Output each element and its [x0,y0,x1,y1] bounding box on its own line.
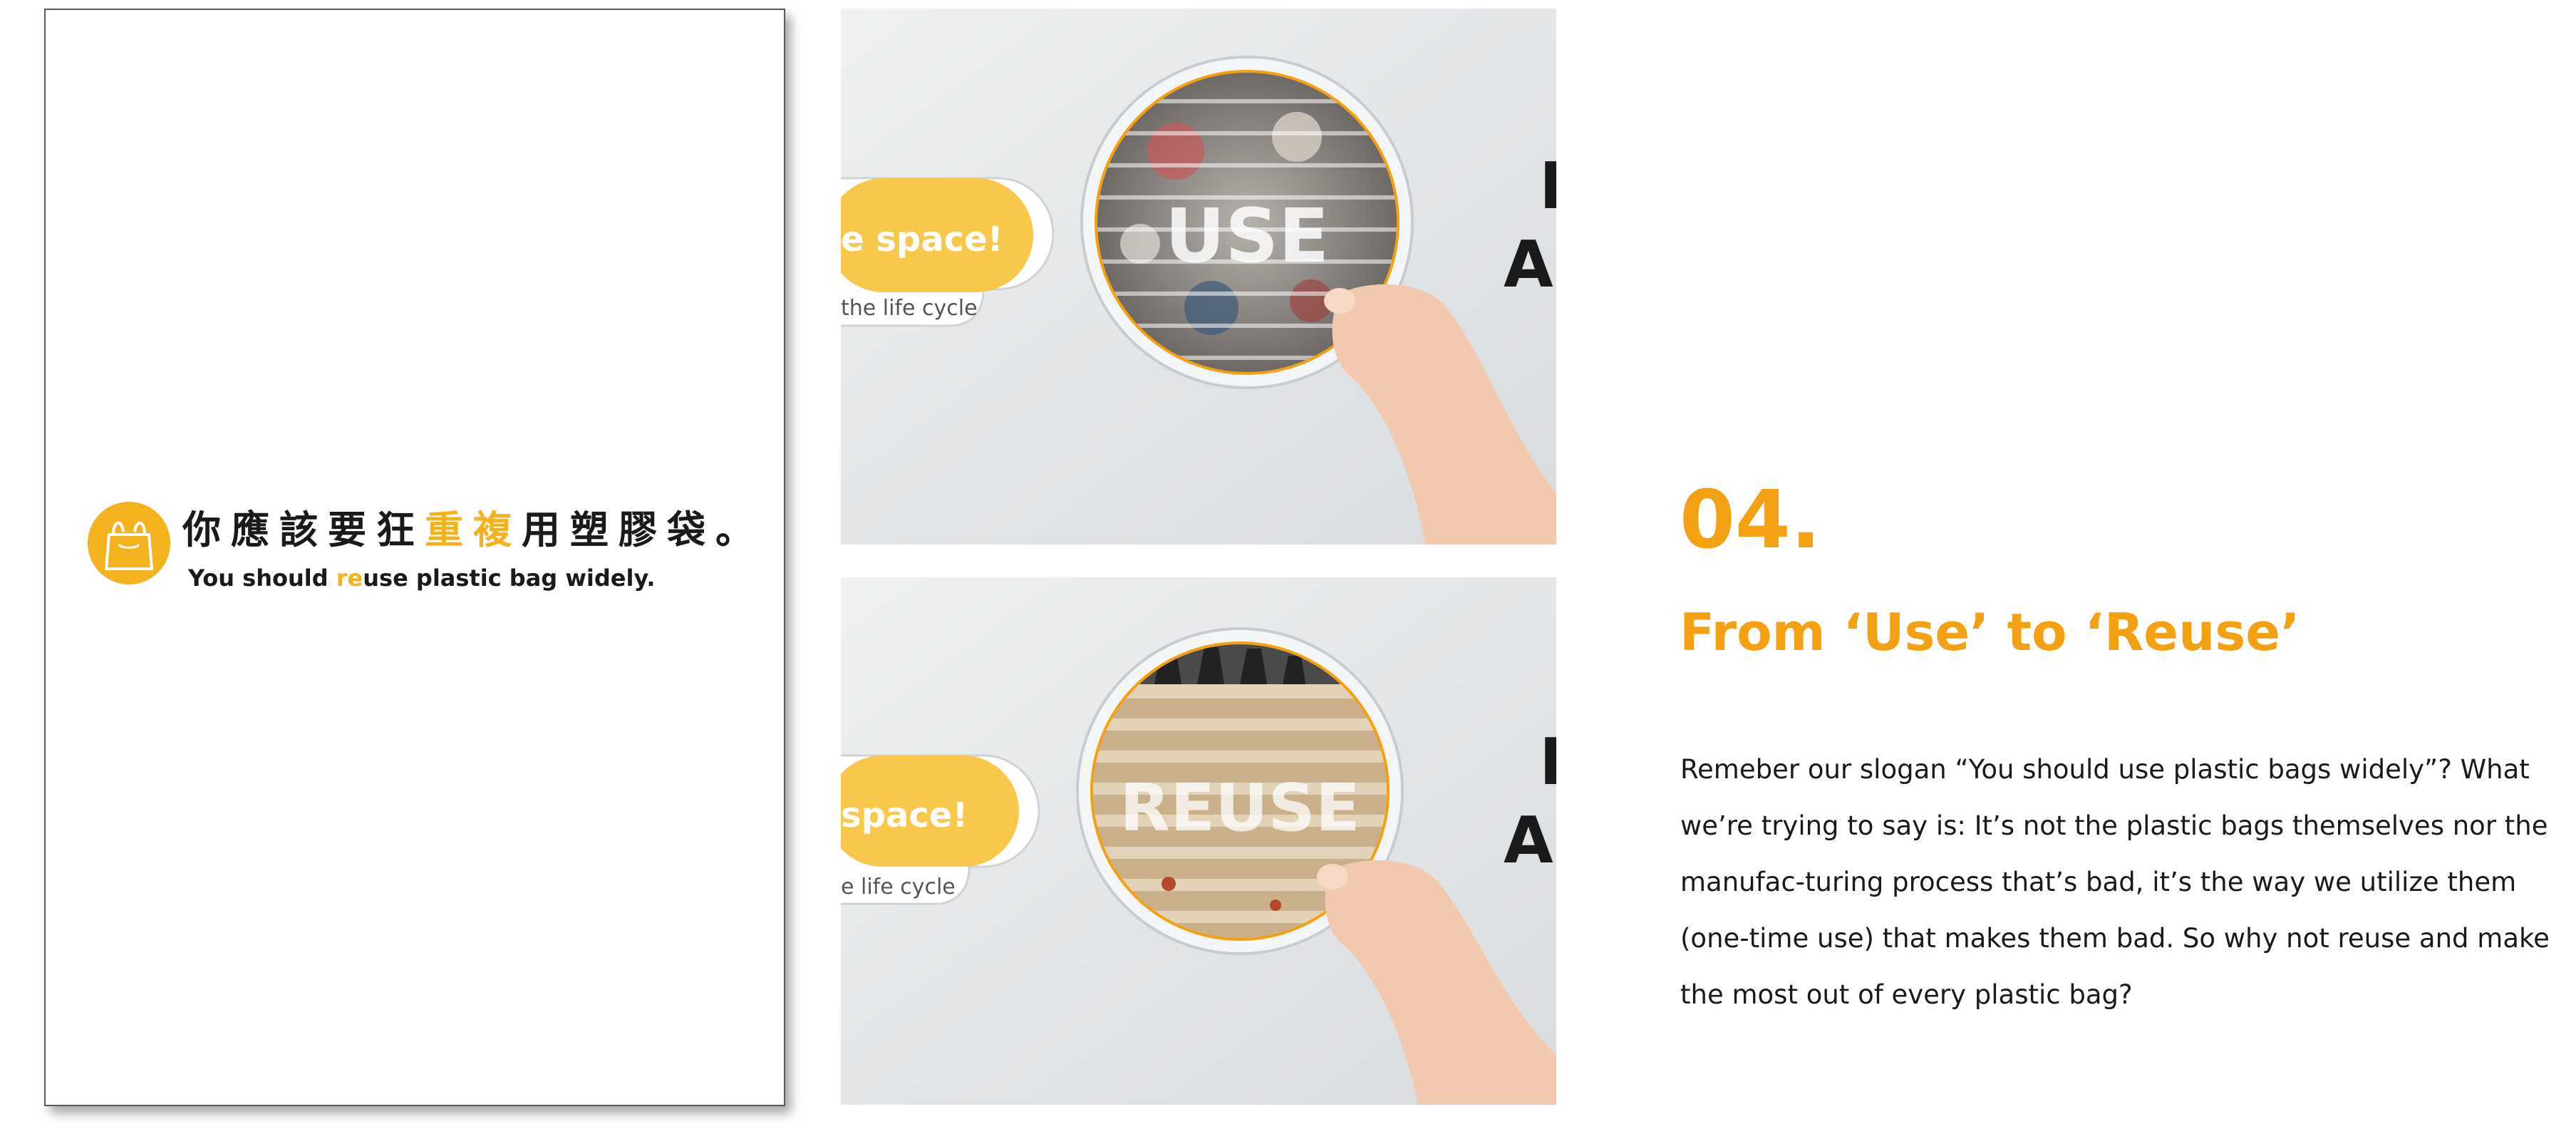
pill-subtext: the life cycle [841,296,978,321]
photo-use-exhibit: e space! the life cycle USE I As [841,9,1556,545]
circle-label: REUSE [1119,770,1360,846]
circle-label: USE [1165,192,1329,279]
slogan-chinese: 你應該要狂重複用塑膠袋。 [182,507,764,552]
wall-text: As [1504,803,1556,878]
plastic-bag-icon [88,502,170,584]
section-title: From ‘Use’ to ‘Reuse’ [1680,602,2300,662]
svg-text:I: I [1539,149,1556,224]
svg-text:I: I [1539,725,1556,800]
wall-text: As [1504,227,1556,302]
pill-subtext: e life cycle [841,875,956,899]
slogan-poster: 你應該要狂重複用塑膠袋。 You should reuse plastic ba… [44,9,785,1106]
pill-text: space! [841,795,968,835]
section-body: Remeber our slogan “You should use plast… [1680,754,2550,1010]
pill-text: e space! [841,220,1003,259]
photo-reuse-exhibit: space! e life cycle REUSE I A [841,577,1556,1105]
slogan-english: You should reuse plastic bag widely. [188,564,656,592]
section-number: 04. [1680,474,1821,567]
